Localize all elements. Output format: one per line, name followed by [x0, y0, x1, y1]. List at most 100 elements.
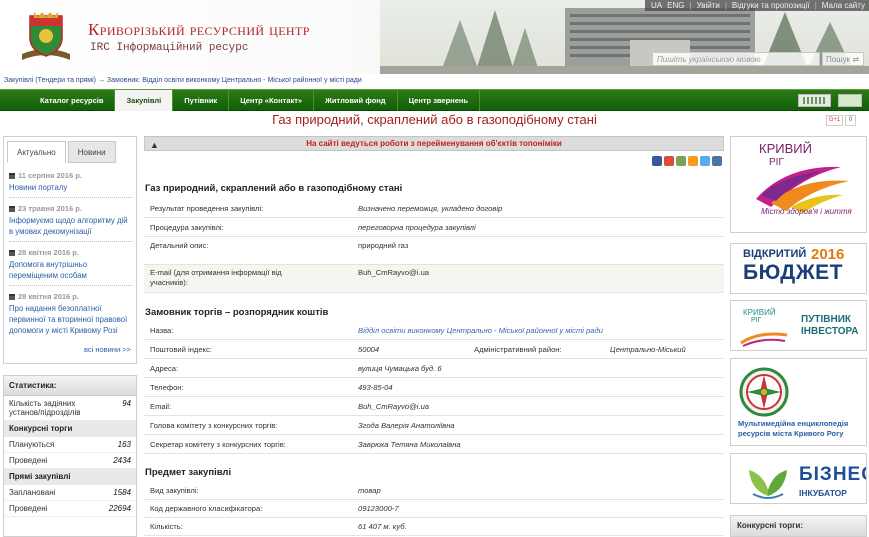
stat-value: 94	[122, 399, 131, 408]
news-date: 28 квітня 2016 р.	[18, 292, 79, 301]
detail-label: Голова комітету з конкурсних торгів:	[150, 421, 278, 430]
compass-icon	[739, 367, 789, 417]
news-item: 28 квітня 2016 р. Про надання безоплатно…	[9, 290, 133, 340]
nav-item-purchases[interactable]: Закупівлі	[115, 90, 174, 111]
banner-budget-line1: ВІДКРИТИЙ	[743, 248, 807, 260]
social-share-bar	[652, 156, 722, 166]
google-plus-share-button[interactable]: G+1	[826, 115, 843, 126]
stat-row: Кількість задіяних установ/підрозділів 9…	[4, 396, 136, 421]
detail-row: Голова комітету з конкурсних торгів: Згод…	[144, 416, 724, 435]
investor-swirl-icon	[740, 332, 788, 347]
detail-label: Вид закупівлі:	[150, 486, 199, 495]
login-link[interactable]: Увійти	[697, 1, 720, 10]
stat-value: 163	[117, 440, 131, 449]
search-button[interactable]: Пошук ⇌	[822, 52, 864, 66]
stat-row: Плануються 163	[4, 437, 136, 453]
notice-banner: ▲ На сайті ведуться роботи з перейменува…	[144, 136, 724, 151]
banner-inv-city1: КРИВИЙ	[743, 308, 776, 317]
detail-value: 493-85-04	[358, 383, 393, 392]
view-toggle-narrow-icon[interactable]	[838, 94, 862, 107]
banner-open-budget[interactable]: ВІДКРИТИЙ 2016 БЮДЖЕТ	[730, 243, 867, 294]
detail-row: E-mail (для отримання інформації від уча…	[144, 265, 724, 293]
banner-investor-guide[interactable]: КРИВИЙ РІГ ПУТІВНИК ІНВЕСТОРА	[730, 300, 867, 351]
stat-label: Кількість задіяних установ/підрозділів	[9, 399, 81, 417]
news-panel: Актуально Новини 11 серпня 2016 р. Новин…	[3, 136, 137, 364]
detail-label: Адреса:	[150, 364, 179, 373]
news-date: 28 квітня 2016 р.	[18, 248, 79, 257]
view-toggle-wide-icon[interactable]	[798, 94, 831, 107]
detail-value: вулиця Чумацька буд. 6	[358, 364, 442, 373]
notice-text: На сайті ведуться роботи з перейменуванн…	[306, 139, 562, 148]
stat-value: 2434	[113, 456, 131, 465]
detail-label: Детальний опис:	[150, 241, 209, 250]
all-news-link[interactable]: всі новини >>	[84, 345, 131, 354]
banner-biz-subtitle: ІНКУБАТОР	[799, 488, 847, 498]
separator: |	[689, 1, 692, 10]
nav-item-guide[interactable]: Путівник	[173, 90, 230, 111]
detail-value: Центрально-Міський	[610, 345, 686, 354]
detail-row: Секретар комітету з конкурсних торгів: За…	[144, 435, 724, 454]
calendar-icon	[9, 205, 15, 212]
subject-title: Предмет закупівлі	[145, 467, 232, 478]
banner-kr-title: КРИВИЙ	[759, 141, 812, 156]
city-crest-logo-icon[interactable]	[20, 10, 72, 66]
detail-label: Код державного класифікатора:	[150, 504, 263, 513]
detail-value: 61 407 м. куб.	[358, 522, 407, 531]
customer-details: Назва: Відділ освіти виконкому Центрально…	[144, 321, 724, 454]
twitter-icon[interactable]	[700, 156, 710, 166]
detail-row: Результат проведення закупівлі: Визначено…	[144, 199, 724, 218]
banner-business-incubator[interactable]: БІЗНЕС ІНКУБАТОР	[730, 453, 867, 504]
customer-name-link[interactable]: Відділ освіти виконкому Центрально - Міс…	[358, 321, 603, 339]
mail-ru-icon[interactable]	[688, 156, 698, 166]
news-link[interactable]: Допомога внутрішньо переміщеним особам	[9, 259, 133, 281]
lang-eng-link[interactable]: ENG	[667, 1, 684, 10]
banner-budget-line2: БЮДЖЕТ	[743, 261, 844, 284]
main-content: ▲ На сайті ведуться роботи з перейменува…	[144, 136, 724, 537]
nav-item-contact-center[interactable]: Центр «Контакт»	[229, 90, 315, 111]
detail-row: Адреса: вулиця Чумацька буд. 6	[144, 359, 724, 378]
detail-value: переговорна процедура закупівлі	[358, 223, 476, 232]
news-link[interactable]: Інформуємо щодо алгоритму дій в умовах д…	[9, 215, 133, 237]
site-title[interactable]: Криворізький ресурсний центр	[88, 20, 310, 40]
breadcrumb-arrow: →	[97, 77, 105, 84]
stat-row: Заплановані 1584	[4, 485, 136, 501]
banner-kryvyi-rih[interactable]: КРИВИЙ РІГ Місто здоров'я і життя	[730, 136, 867, 233]
tab-actual[interactable]: Актуально	[7, 141, 66, 163]
share-count: 0	[845, 115, 856, 126]
news-item: 23 травня 2016 р. Інформуємо щодо алгори…	[9, 202, 133, 242]
detail-label: Назва:	[150, 326, 174, 335]
banner-encyclopedia[interactable]: Мультимедійна енциклопедія ресурсів міст…	[730, 358, 867, 446]
incubator-leaves-icon	[749, 470, 787, 499]
detail-row: Поштовий індекс: 50004 Адміністративний ра…	[144, 340, 724, 359]
news-link[interactable]: Новини порталу	[9, 182, 133, 193]
nav-item-housing[interactable]: Житловий фонд	[314, 90, 398, 111]
facebook-icon[interactable]	[652, 156, 662, 166]
nav-item-appeals[interactable]: Центр звернень	[398, 90, 481, 111]
nav-item-catalog[interactable]: Каталог ресурсів	[29, 90, 116, 111]
breadcrumb-customer-link[interactable]: Замовник: Відділ освіти виконкому Центра…	[107, 77, 362, 84]
odnoklassniki-icon[interactable]	[676, 156, 686, 166]
detail-label: Процедура закупівлі:	[150, 223, 224, 232]
breadcrumb-purchases-link[interactable]: Закупівлі (Тендери та прямі)	[4, 77, 96, 84]
lang-ua-link[interactable]: UA	[651, 1, 662, 10]
vkontakte-icon[interactable]	[712, 156, 722, 166]
detail-label: Кількість:	[150, 522, 183, 531]
google-plus-icon[interactable]	[664, 156, 674, 166]
search-input[interactable]: Пишіть українською мовою	[652, 52, 820, 66]
detail-label: Адміністративний район:	[474, 345, 562, 354]
feedback-link[interactable]: Відгуки та пропозиції	[732, 1, 810, 10]
sitemap-link[interactable]: Мала сайту	[822, 1, 865, 10]
banner-kr-subtitle: РІГ	[769, 157, 784, 168]
page-title: Газ природний, скраплений або в газоподі…	[272, 112, 597, 127]
detail-row: Детальний опис: природний газ	[144, 237, 724, 265]
detail-row: Кількість: 61 407 м. куб.	[144, 518, 724, 536]
detail-value[interactable]: Buh_CmRayvo@i.ua	[358, 397, 429, 415]
calendar-icon	[9, 249, 15, 256]
detail-value[interactable]: Buh_CmRayvo@i.ua	[358, 268, 429, 292]
tab-news[interactable]: Новини	[67, 141, 116, 163]
news-link[interactable]: Про надання безоплатної первинної та вто…	[9, 303, 133, 336]
banner-inv-city2: РІГ	[751, 317, 762, 324]
banner-encyclopedia-text: Мультимедійна енциклопедія ресурсів міст…	[738, 419, 849, 438]
stat-section-direct: Прямі закупівлі	[4, 469, 136, 485]
banner-inv-title1: ПУТІВНИК	[801, 314, 852, 325]
